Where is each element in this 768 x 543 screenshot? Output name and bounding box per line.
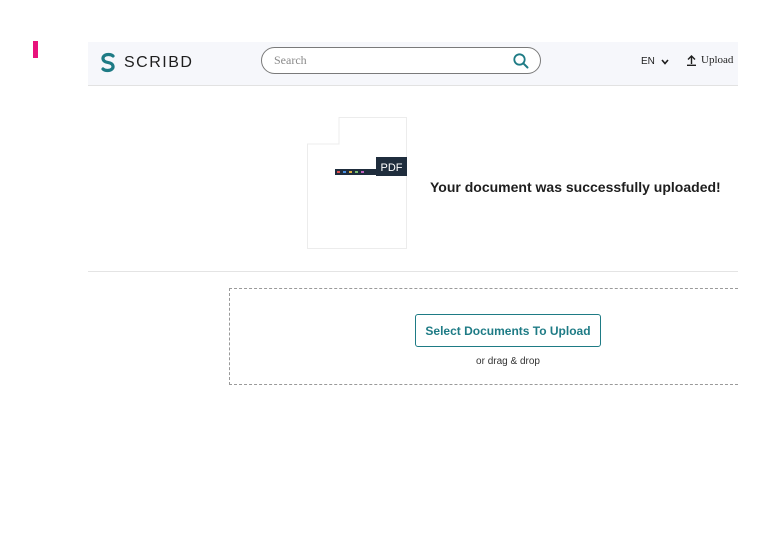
document-thumbnail: PDF: [307, 117, 407, 249]
success-message: Your document was successfully uploaded!: [430, 179, 721, 195]
search-icon[interactable]: [512, 52, 530, 70]
upload-success-panel: PDF Your document was successfully uploa…: [88, 93, 738, 272]
upload-label: Upload: [701, 54, 734, 66]
upload-dropzone[interactable]: Select Documents To Upload or drag & dro…: [229, 288, 738, 385]
drag-drop-hint: or drag & drop: [476, 356, 540, 367]
language-label: EN: [641, 56, 655, 67]
upload-arrow-icon: [687, 54, 696, 66]
accent-mark: [33, 41, 38, 58]
top-navigation-bar: SCRIBD EN Upload: [88, 42, 738, 86]
logo-text: SCRIBD: [124, 54, 194, 71]
language-selector[interactable]: EN: [641, 56, 669, 67]
pdf-badge-label: PDF: [381, 162, 403, 174]
select-documents-button[interactable]: Select Documents To Upload: [415, 314, 601, 347]
scribd-logo[interactable]: SCRIBD: [98, 51, 193, 75]
scribd-logo-icon: [101, 52, 115, 73]
search-box[interactable]: [261, 47, 541, 74]
search-input[interactable]: [274, 52, 494, 69]
upload-link[interactable]: Upload: [686, 54, 733, 66]
chevron-down-icon: [661, 58, 669, 65]
